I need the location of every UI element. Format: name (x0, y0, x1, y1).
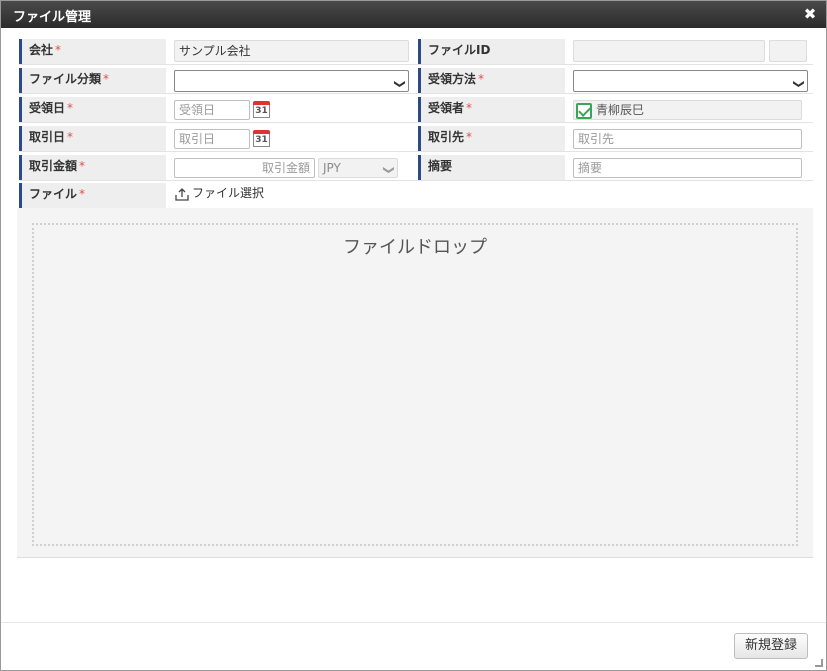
register-button[interactable]: 新規登録 (733, 633, 808, 659)
receiver-label-text: 受領者 (428, 101, 465, 115)
required-mark: * (55, 43, 62, 57)
chevron-down-icon: ❯ (382, 165, 396, 175)
file-management-dialog: ファイル管理 ✖ 会社 * サンプル会社 ファイルID ファイル分類 * ❯ 受領方… (0, 0, 827, 671)
receiver-value: 青柳辰巳 (596, 103, 645, 117)
file-label-text: ファイル (29, 187, 78, 201)
footer-divider (1, 622, 826, 623)
summary-input[interactable]: 摘要 (573, 158, 802, 178)
file-select-button[interactable]: ファイル選択 (174, 184, 264, 204)
dialog-titlebar[interactable]: ファイル管理 ✖ (1, 1, 826, 28)
form-row-receive: 受領日 * 受領日 31 受領者 * 青柳辰巳 (19, 96, 813, 123)
form-row-file: ファイル * ファイル選択 (19, 182, 813, 209)
trade-amount-label: 取引金額 * (19, 155, 166, 180)
file-select-label: ファイル選択 (192, 186, 265, 200)
form-row-category: ファイル分類 * ❯ 受領方法 * ❯ (19, 67, 813, 94)
chevron-down-icon: ❯ (393, 79, 407, 89)
form-row-amount: 取引金額 * 取引金額 JPY ❯ 摘要 摘要 (19, 154, 813, 181)
trade-date-label-text: 取引日 (29, 130, 66, 144)
form-row-trade: 取引日 * 取引日 31 取引先 * 取引先 (19, 125, 813, 152)
dropzone-text: ファイルドロップ (343, 237, 487, 258)
receive-date-input[interactable]: 受領日 (174, 100, 250, 120)
trade-partner-input[interactable]: 取引先 (573, 129, 802, 149)
trade-partner-label-text: 取引先 (428, 130, 465, 144)
file-id-sub-field[interactable] (769, 40, 807, 62)
chevron-down-icon: ❯ (792, 79, 806, 89)
checkmark-icon[interactable] (576, 103, 592, 119)
required-mark: * (103, 72, 110, 86)
summary-label-text: 摘要 (428, 159, 453, 173)
file-dropzone[interactable]: ファイルドロップ (32, 223, 798, 546)
receiver-label: 受領者 * (418, 97, 565, 122)
receive-method-label: 受領方法 * (418, 68, 565, 93)
receive-date-label: 受領日 * (19, 97, 166, 122)
close-icon[interactable]: ✖ (802, 5, 818, 23)
receiver-field[interactable]: 青柳辰巳 (573, 100, 802, 120)
company-label: 会社 * (19, 39, 166, 64)
trade-amount-input[interactable]: 取引金額 (174, 158, 315, 178)
form-row-company: 会社 * サンプル会社 ファイルID (19, 38, 813, 65)
file-category-label-text: ファイル分類 (29, 72, 102, 86)
calendar-icon[interactable]: 31 (253, 129, 270, 147)
trade-date-label: 取引日 * (19, 126, 166, 151)
file-id-field[interactable] (573, 40, 765, 62)
company-label-text: 会社 (29, 43, 54, 57)
file-drop-area: ファイルドロップ (17, 208, 813, 558)
currency-select[interactable]: JPY ❯ (318, 158, 398, 178)
required-mark: * (67, 101, 74, 115)
upload-icon (175, 188, 189, 201)
file-category-label: ファイル分類 * (19, 68, 166, 93)
receive-date-label-text: 受領日 (29, 101, 66, 115)
receive-method-label-text: 受領方法 (428, 72, 477, 86)
file-id-label-text: ファイルID (428, 43, 491, 57)
required-mark: * (67, 130, 74, 144)
trade-date-input[interactable]: 取引日 (174, 129, 250, 149)
trade-amount-label-text: 取引金額 (29, 159, 78, 173)
currency-value: JPY (323, 161, 341, 175)
summary-label: 摘要 (418, 155, 565, 180)
calendar-icon[interactable]: 31 (253, 100, 270, 118)
file-label: ファイル * (19, 183, 166, 208)
required-mark: * (478, 72, 485, 86)
required-mark: * (466, 130, 473, 144)
required-mark: * (79, 159, 86, 173)
file-id-label: ファイルID (418, 39, 565, 64)
receive-method-select[interactable]: ❯ (573, 70, 808, 92)
file-category-select[interactable]: ❯ (174, 70, 409, 92)
dialog-title: ファイル管理 (13, 10, 92, 25)
company-field[interactable]: サンプル会社 (174, 40, 409, 62)
required-mark: * (79, 187, 86, 201)
calendar-icon-day: 31 (253, 105, 270, 118)
required-mark: * (466, 101, 473, 115)
resize-grip-icon[interactable] (815, 659, 823, 667)
trade-partner-label: 取引先 * (418, 126, 565, 151)
calendar-icon-day: 31 (253, 134, 270, 147)
